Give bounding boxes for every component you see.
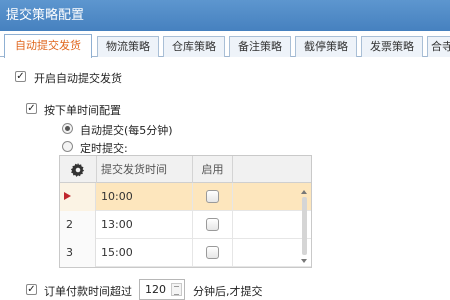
enabled-cell <box>193 239 233 267</box>
scroll-down-icon[interactable] <box>301 259 307 263</box>
tab-invoice[interactable]: 发票策略 <box>361 36 423 57</box>
table-row[interactable]: 10:00 <box>60 183 311 211</box>
row-indicator <box>60 183 96 211</box>
enabled-checkbox[interactable] <box>206 218 219 231</box>
current-row-arrow-icon <box>64 192 71 200</box>
grid-header: 提交发货时间 启用 <box>60 156 311 183</box>
row-number: 2 <box>60 211 96 239</box>
column-header-enabled: 启用 <box>193 156 233 183</box>
tab-strip: 自动提交发货 物流策略 仓库策略 备注策略 截停策略 发票策略 合寺 <box>0 31 450 58</box>
table-row[interactable]: 2 13:00 <box>60 211 311 239</box>
tab-logistics[interactable]: 物流策略 <box>97 36 159 57</box>
enabled-cell <box>193 211 233 239</box>
row-number: 3 <box>60 239 96 267</box>
auto-submit-radio-label: 自动提交(每5分钟) <box>80 124 173 137</box>
scheduled-submit-radio-label: 定时提交: <box>80 142 128 155</box>
tab-auto-submit[interactable]: 自动提交发货 <box>4 34 92 58</box>
tab-remarks[interactable]: 备注策略 <box>229 36 291 57</box>
by-order-time-label: 按下单时间配置 <box>44 104 121 117</box>
submit-time-cell[interactable]: 10:00 <box>97 183 193 211</box>
submit-time-cell[interactable]: 13:00 <box>97 211 193 239</box>
payment-time-suffix: 分钟后,才提交 <box>193 285 263 298</box>
stepper-buttons-icon[interactable] <box>171 283 182 296</box>
enable-auto-submit-checkbox[interactable]: ✓ <box>15 71 26 82</box>
tab-hold[interactable]: 截停策略 <box>295 36 357 57</box>
column-header-submit-time: 提交发货时间 <box>97 156 193 183</box>
scroll-up-icon[interactable] <box>301 190 307 194</box>
scroll-thumb[interactable] <box>302 197 307 255</box>
payment-time-checkbox[interactable]: ✓ <box>26 284 37 295</box>
tab-warehouse[interactable]: 仓库策略 <box>163 36 225 57</box>
table-row[interactable]: 3 15:00 <box>60 239 311 267</box>
by-order-time-checkbox[interactable]: ✓ <box>26 103 37 114</box>
tab-more[interactable]: 合寺 <box>427 36 450 57</box>
auto-submit-radio[interactable] <box>62 123 73 134</box>
auto-submit-panel: ✓ 开启自动提交发货 ✓ 按下单时间配置 自动提交(每5分钟) 定时提交: 提交… <box>0 57 450 300</box>
enabled-cell <box>193 183 233 211</box>
payment-time-prefix: 订单付款时间超过 <box>44 285 132 298</box>
window-title: 提交策略配置 <box>0 0 450 31</box>
schedule-grid: 提交发货时间 启用 10:00 2 13:00 3 15:00 <box>59 155 312 268</box>
scheduled-submit-radio[interactable] <box>62 141 73 152</box>
gear-icon[interactable] <box>60 156 97 183</box>
submit-time-cell[interactable]: 15:00 <box>97 239 193 267</box>
payment-minutes-value[interactable]: 120 <box>145 280 166 299</box>
enabled-checkbox[interactable] <box>206 246 219 259</box>
enable-auto-submit-label: 开启自动提交发货 <box>34 72 122 85</box>
payment-minutes-stepper[interactable]: 120 <box>139 279 185 300</box>
grid-scrollbar[interactable] <box>299 183 311 267</box>
enabled-checkbox[interactable] <box>206 190 219 203</box>
